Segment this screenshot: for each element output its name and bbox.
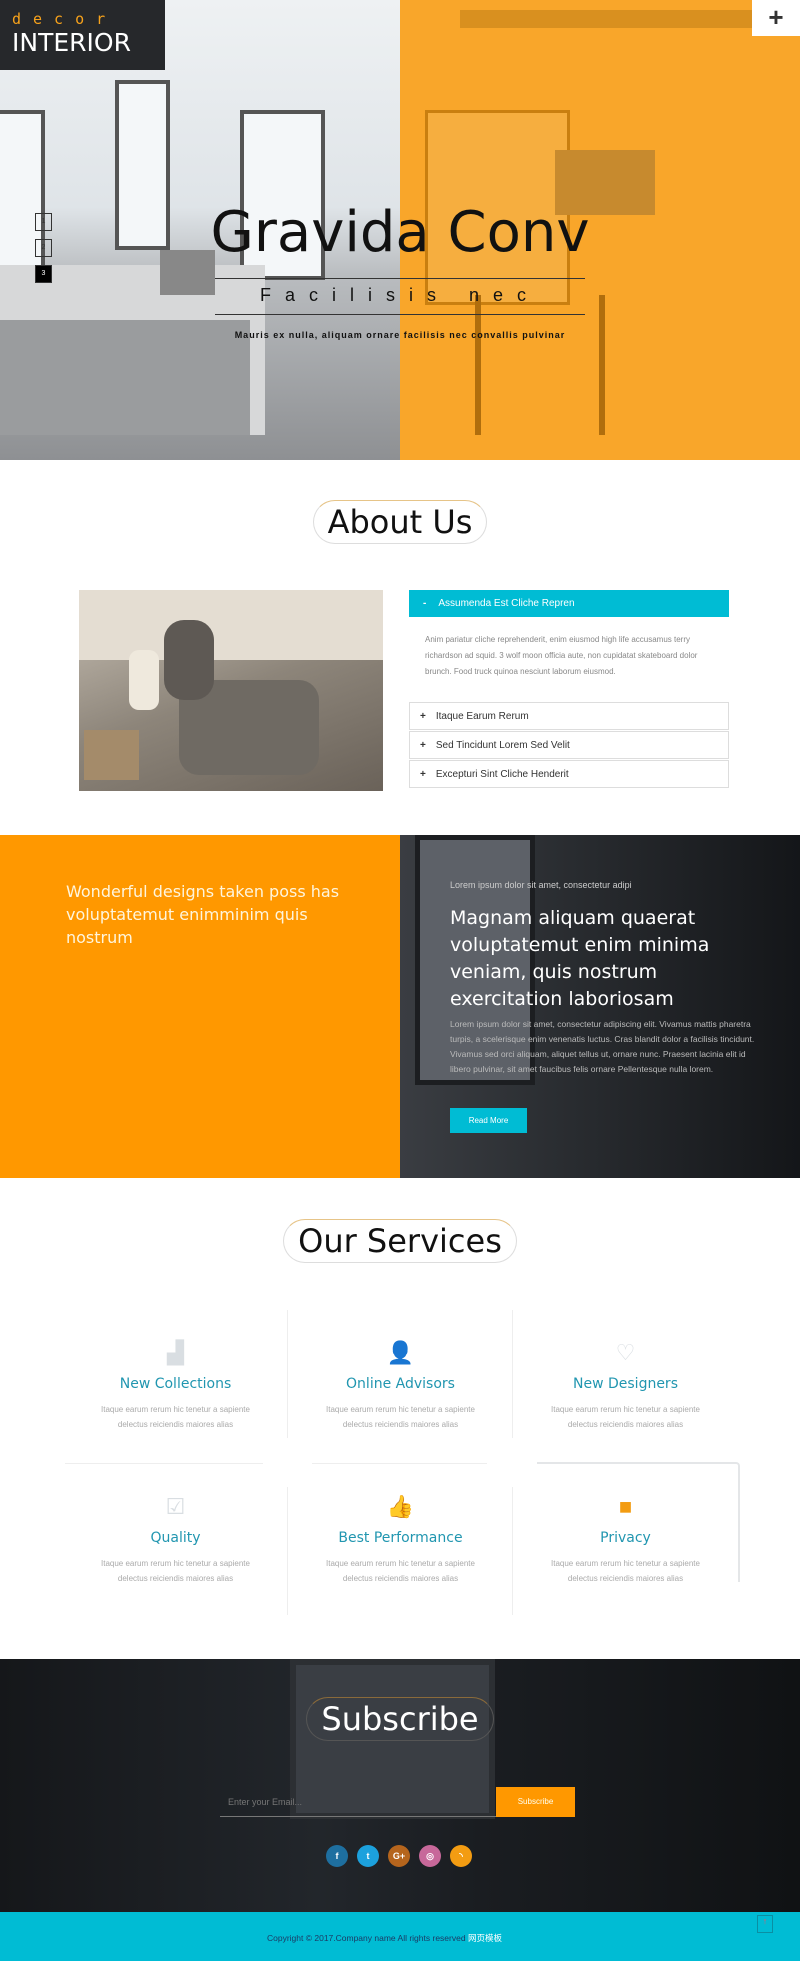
- divider: [215, 278, 585, 279]
- section-title: About Us: [312, 500, 488, 544]
- logo[interactable]: decor INTERIOR: [0, 0, 165, 70]
- hero-subtitle: Facilisis nec: [259, 285, 541, 305]
- service-card: ■ Privacy Itaque earum rerum hic tenetur a…: [513, 1492, 738, 1620]
- copyright-text: Copyright © 2017.Company name All rights…: [267, 1933, 466, 1943]
- service-card: 👍 Best Performance Itaque earum rerum hic …: [288, 1492, 513, 1620]
- rss-icon[interactable]: ◝: [450, 1845, 472, 1867]
- briefcase-icon: ■: [618, 1494, 633, 1519]
- service-text: Itaque earum rerum hic tenetur a sapient…: [101, 1405, 250, 1429]
- accordion-header-open[interactable]: - Assumenda Est Cliche Repren: [409, 590, 729, 617]
- accordion-item[interactable]: + Itaque Earum Rerum: [409, 702, 729, 730]
- feature-left-text: Wonderful designs taken poss has volupta…: [66, 882, 340, 947]
- footer: Copyright © 2017.Company name All rights…: [0, 1912, 800, 1961]
- feature-left-panel: Wonderful designs taken poss has volupta…: [0, 835, 400, 1178]
- accordion-body: Anim pariatur cliche reprehenderit, enim…: [425, 635, 698, 676]
- hero-slider: decor INTERIOR + 1 2 3 Gravida Conv Faci…: [0, 0, 800, 460]
- logo-wordmark: INTERIOR: [12, 28, 131, 57]
- service-card: ♡ New Designers Itaque earum rerum hic ten…: [513, 1338, 738, 1466]
- service-title: New Collections: [119, 1376, 232, 1392]
- logo-tagline: decor: [12, 10, 118, 28]
- check-square-icon: ☑: [165, 1494, 186, 1519]
- template-link[interactable]: 网页模板: [468, 1933, 502, 1943]
- feature-right-panel: Lorem ipsum dolor sit amet, consectetur …: [400, 835, 800, 1178]
- plus-icon: +: [420, 740, 426, 751]
- divider: [215, 314, 585, 315]
- bar-chart-icon: ▟: [167, 1340, 184, 1365]
- user-icon: 👤: [386, 1340, 415, 1365]
- facebook-icon[interactable]: f: [326, 1845, 348, 1867]
- service-text: Itaque earum rerum hic tenetur a sapient…: [551, 1559, 700, 1583]
- accordion-label: Sed Tincidunt Lorem Sed Velit: [435, 740, 570, 751]
- services-title-wrap: Our Services: [0, 1219, 800, 1263]
- service-text: Itaque earum rerum hic tenetur a sapient…: [326, 1559, 475, 1583]
- slide-indicator-3[interactable]: 3: [35, 265, 52, 283]
- service-text: Itaque earum rerum hic tenetur a sapient…: [101, 1559, 250, 1583]
- thumbs-up-icon: 👍: [386, 1494, 415, 1519]
- service-title: New Designers: [573, 1376, 678, 1392]
- service-title: Privacy: [600, 1530, 651, 1546]
- plus-icon[interactable]: +: [752, 0, 800, 36]
- accordion-item[interactable]: + Excepturi Sint Cliche Henderit: [409, 760, 729, 788]
- dribbble-icon[interactable]: ◎: [419, 1845, 441, 1867]
- feature-body: Lorem ipsum dolor sit amet, consectetur …: [450, 1019, 755, 1074]
- google-plus-icon[interactable]: G+: [388, 1845, 410, 1867]
- arrow-up-icon[interactable]: ↑: [757, 1915, 773, 1933]
- subscribe-title-wrap: Subscribe: [0, 1697, 800, 1741]
- slide-indicator-2[interactable]: 2: [35, 239, 52, 257]
- service-text: Itaque earum rerum hic tenetur a sapient…: [326, 1405, 475, 1429]
- service-card: ☑ Quality Itaque earum rerum hic tenetur a…: [63, 1492, 288, 1620]
- accordion-item[interactable]: + Sed Tincidunt Lorem Sed Velit: [409, 731, 729, 759]
- heart-icon: ♡: [615, 1340, 636, 1365]
- service-text: Itaque earum rerum hic tenetur a sapient…: [551, 1405, 700, 1429]
- feature-kicker: Lorem ipsum dolor sit amet, consectetur …: [450, 880, 632, 890]
- accordion-label: Excepturi Sint Cliche Henderit: [435, 769, 569, 780]
- read-more-button[interactable]: Read More: [450, 1108, 527, 1133]
- feature-heading: Magnam aliquam quaerat voluptatemut enim…: [450, 907, 710, 1010]
- accordion-label: Assumenda Est Cliche Repren: [438, 598, 575, 609]
- hero-title: Gravida Conv: [210, 200, 590, 265]
- accordion-label: Itaque Earum Rerum: [435, 711, 529, 722]
- service-card: ▟ New Collections Itaque earum rerum hic t…: [63, 1338, 288, 1466]
- about-image: [79, 590, 383, 791]
- twitter-icon[interactable]: t: [357, 1845, 379, 1867]
- about-title-wrap: About Us: [0, 500, 800, 544]
- plus-icon: +: [420, 711, 426, 722]
- service-title: Online Advisors: [346, 1376, 455, 1392]
- plus-icon: +: [420, 769, 426, 780]
- section-title: Subscribe: [306, 1697, 494, 1741]
- hero-description: Mauris ex nulla, aliquam ornare facilisi…: [234, 330, 566, 340]
- service-title: Quality: [150, 1530, 201, 1546]
- subscribe-button[interactable]: Subscribe: [496, 1787, 575, 1817]
- copyright: Copyright © 2017.Company name All rights…: [267, 1932, 502, 1944]
- email-input[interactable]: [220, 1787, 496, 1817]
- service-card: 👤 Online Advisors Itaque earum rerum hic t…: [288, 1338, 513, 1466]
- section-title: Our Services: [283, 1219, 517, 1263]
- service-title: Best Performance: [338, 1530, 463, 1546]
- slide-indicator-1[interactable]: 1: [35, 213, 52, 231]
